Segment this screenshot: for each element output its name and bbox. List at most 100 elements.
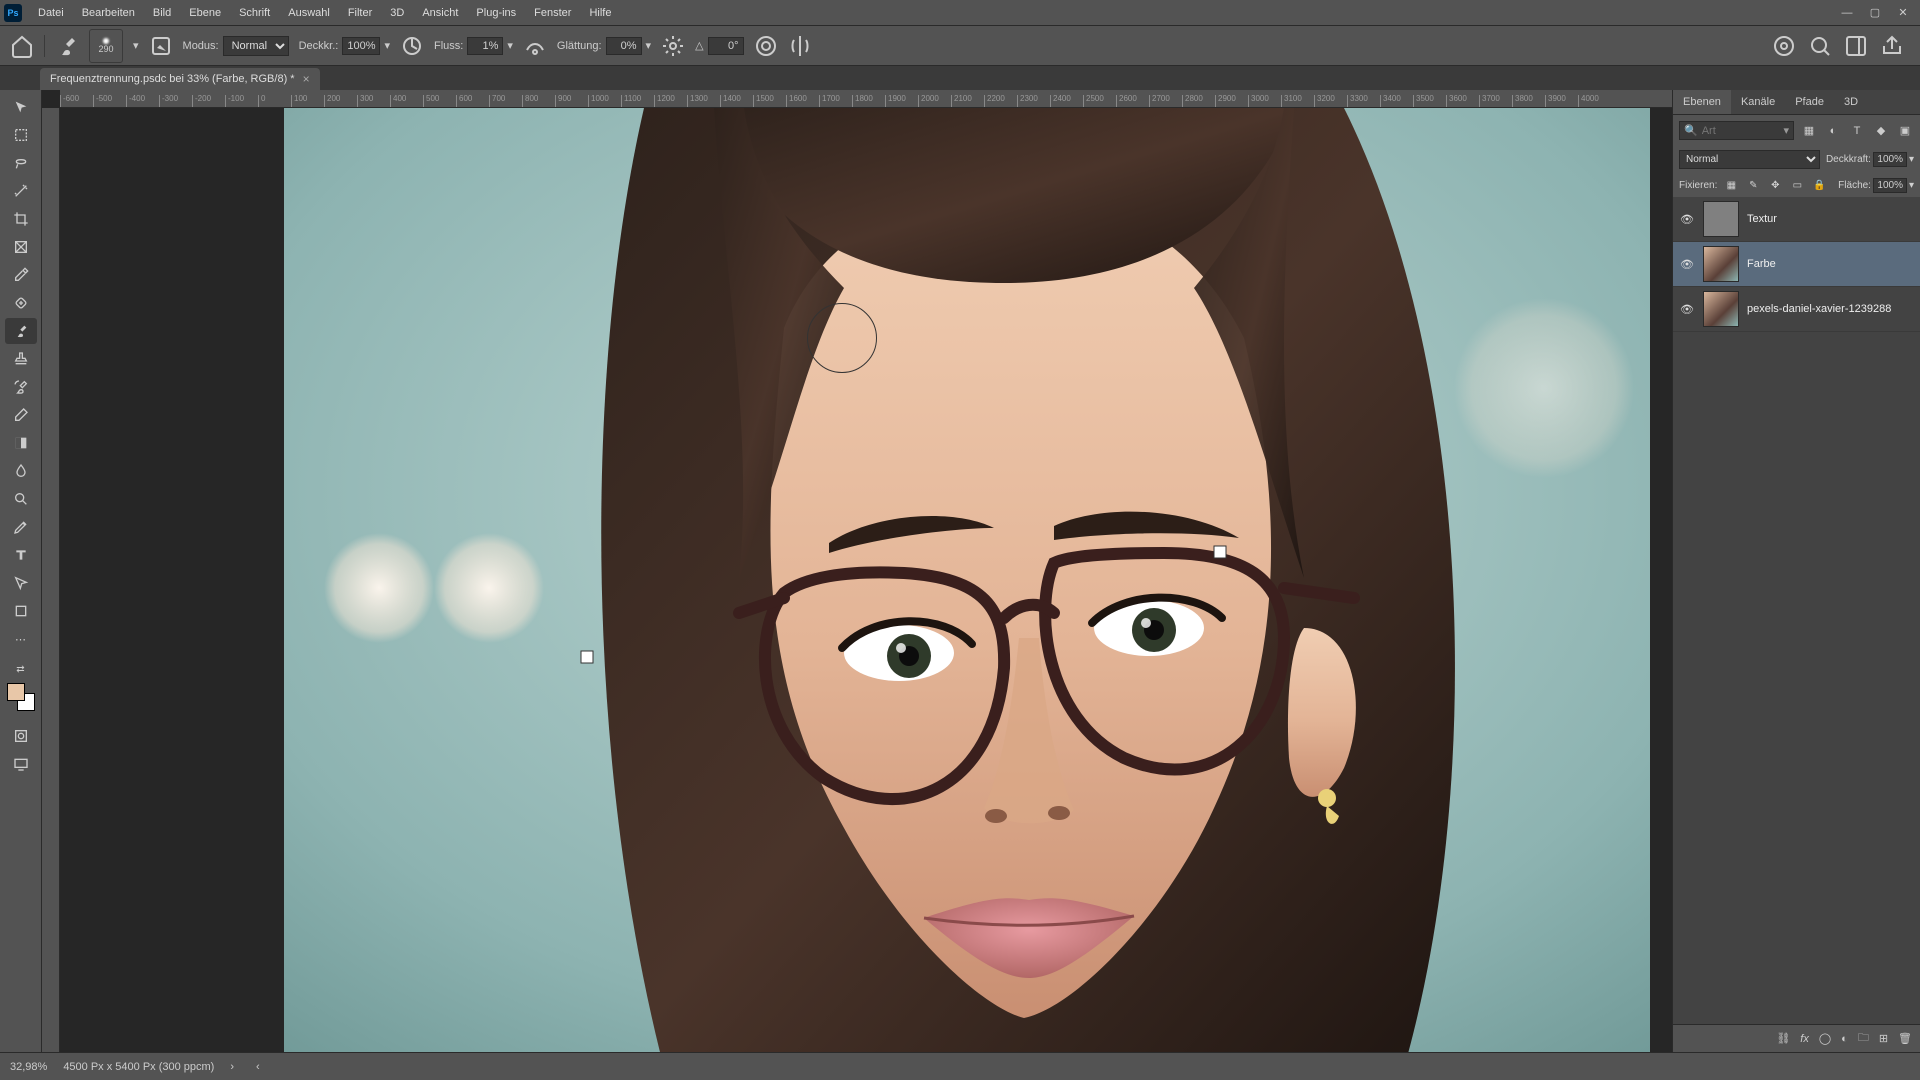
more-tools[interactable]: ⋯ [5, 626, 37, 652]
zoom-level[interactable]: 32,98% [10, 1061, 47, 1073]
close-icon[interactable]: × [303, 72, 310, 86]
airbrush-icon[interactable] [523, 34, 547, 58]
menu-select[interactable]: Auswahl [280, 3, 338, 23]
filter-type-icon[interactable]: T [1848, 122, 1866, 140]
trash-icon[interactable]: 🗑 [1898, 1032, 1912, 1045]
menu-help[interactable]: Hilfe [581, 3, 619, 23]
quick-mask-icon[interactable] [5, 723, 37, 749]
lock-position-icon[interactable]: ✥ [1767, 177, 1783, 193]
layer-blend-mode[interactable]: Normal [1679, 150, 1820, 169]
fx-icon[interactable]: fx [1800, 1033, 1809, 1045]
lock-paint-icon[interactable]: ✎ [1745, 177, 1761, 193]
flow-value[interactable]: 1% [467, 37, 503, 55]
search-icon[interactable] [1808, 34, 1832, 58]
filter-pixel-icon[interactable]: ▦ [1800, 122, 1818, 140]
frame-tool[interactable] [5, 234, 37, 260]
filter-shape-icon[interactable]: ◆ [1872, 122, 1890, 140]
stamp-tool[interactable] [5, 346, 37, 372]
document-canvas[interactable] [284, 108, 1650, 1052]
menu-file[interactable]: Datei [30, 3, 72, 23]
menu-filter[interactable]: Filter [340, 3, 380, 23]
shape-tool[interactable] [5, 598, 37, 624]
window-maximize[interactable]: ▢ [1862, 4, 1888, 22]
layer-name[interactable]: Textur [1747, 213, 1777, 225]
tab-channels[interactable]: Kanäle [1731, 90, 1785, 114]
canvas-area[interactable]: -600-500-400-300-200-1000100200300400500… [42, 90, 1672, 1052]
layer-fill-value[interactable]: 100% [1873, 178, 1907, 193]
tab-3d[interactable]: 3D [1834, 90, 1868, 114]
menu-image[interactable]: Bild [145, 3, 179, 23]
statusbar-menu-icon[interactable]: › [230, 1061, 234, 1073]
layer-name[interactable]: Farbe [1747, 258, 1776, 270]
eraser-tool[interactable] [5, 402, 37, 428]
blend-mode-select[interactable]: Normal [223, 36, 289, 56]
wand-tool[interactable] [5, 178, 37, 204]
healing-tool[interactable] [5, 290, 37, 316]
layer-row[interactable]: 👁 Textur [1673, 197, 1920, 242]
visibility-toggle-icon[interactable]: 👁 [1679, 303, 1695, 316]
chevron-down-icon[interactable]: ▾ [133, 39, 139, 52]
menu-window[interactable]: Fenster [526, 3, 579, 23]
chevron-down-icon[interactable]: ▾ [1909, 180, 1914, 191]
layer-opacity-value[interactable]: 100% [1873, 152, 1907, 167]
menu-plugins[interactable]: Plug-ins [468, 3, 524, 23]
menu-edit[interactable]: Bearbeiten [74, 3, 143, 23]
layer-row[interactable]: 👁 pexels-daniel-xavier-1239288 [1673, 287, 1920, 332]
gradient-tool[interactable] [5, 430, 37, 456]
layer-row[interactable]: 👁 Farbe [1673, 242, 1920, 287]
move-tool[interactable] [5, 94, 37, 120]
chevron-down-icon[interactable]: ▾ [646, 39, 652, 52]
filter-adjust-icon[interactable]: ◐ [1824, 122, 1842, 140]
filter-smart-icon[interactable]: ▣ [1896, 122, 1914, 140]
chevron-down-icon[interactable]: ▾ [1783, 124, 1789, 137]
brush-preset-picker[interactable]: 290 [89, 29, 123, 63]
pressure-opacity-icon[interactable] [400, 34, 424, 58]
adjustment-icon[interactable]: ◐ [1841, 1033, 1848, 1045]
history-brush-tool[interactable] [5, 374, 37, 400]
lock-artboard-icon[interactable]: ▭ [1789, 177, 1805, 193]
dodge-tool[interactable] [5, 486, 37, 512]
color-swatches[interactable] [7, 683, 35, 711]
layer-thumbnail[interactable] [1703, 291, 1739, 327]
crop-tool[interactable] [5, 206, 37, 232]
smoothing-options-icon[interactable] [661, 34, 685, 58]
smoothing-value[interactable]: 0% [606, 37, 642, 55]
layer-name[interactable]: pexels-daniel-xavier-1239288 [1747, 303, 1891, 315]
menu-view[interactable]: Ansicht [414, 3, 466, 23]
swap-colors-icon[interactable]: ⇄ [16, 664, 24, 675]
angle-value[interactable]: 0° [708, 37, 744, 55]
layer-thumbnail[interactable] [1703, 201, 1739, 237]
cloud-docs-icon[interactable] [1772, 34, 1796, 58]
lock-pixels-icon[interactable]: ▦ [1723, 177, 1739, 193]
blur-tool[interactable] [5, 458, 37, 484]
foreground-color-swatch[interactable] [7, 683, 25, 701]
tab-layers[interactable]: Ebenen [1673, 90, 1731, 114]
type-tool[interactable] [5, 542, 37, 568]
marquee-tool[interactable] [5, 122, 37, 148]
lock-all-icon[interactable]: 🔒 [1811, 177, 1827, 193]
brush-tool[interactable] [5, 318, 37, 344]
layer-thumbnail[interactable] [1703, 246, 1739, 282]
menu-type[interactable]: Schrift [231, 3, 278, 23]
pressure-size-icon[interactable] [754, 34, 778, 58]
screen-mode-icon[interactable] [5, 751, 37, 777]
visibility-toggle-icon[interactable]: 👁 [1679, 258, 1695, 271]
chevron-down-icon[interactable]: ▾ [507, 39, 513, 52]
visibility-toggle-icon[interactable]: 👁 [1679, 213, 1695, 226]
link-layers-icon[interactable]: ⛓ [1776, 1032, 1790, 1045]
opacity-value[interactable]: 100% [342, 37, 380, 55]
document-tab[interactable]: Frequenztrennung.psdc bei 33% (Farbe, RG… [40, 68, 320, 90]
scroll-left-icon[interactable]: ‹ [256, 1061, 260, 1073]
symmetry-icon[interactable] [788, 34, 812, 58]
share-icon[interactable] [1880, 34, 1904, 58]
mask-icon[interactable]: ◯ [1819, 1032, 1831, 1045]
group-icon[interactable]: 🗀 [1858, 1029, 1869, 1048]
chevron-down-icon[interactable]: ▾ [1909, 154, 1914, 165]
workspace-icon[interactable] [1844, 34, 1868, 58]
menu-layer[interactable]: Ebene [181, 3, 229, 23]
window-minimize[interactable]: ― [1834, 4, 1860, 22]
home-icon[interactable] [10, 34, 34, 58]
eyedropper-tool[interactable] [5, 262, 37, 288]
chevron-down-icon[interactable]: ▾ [384, 39, 390, 52]
menu-3d[interactable]: 3D [382, 3, 412, 23]
